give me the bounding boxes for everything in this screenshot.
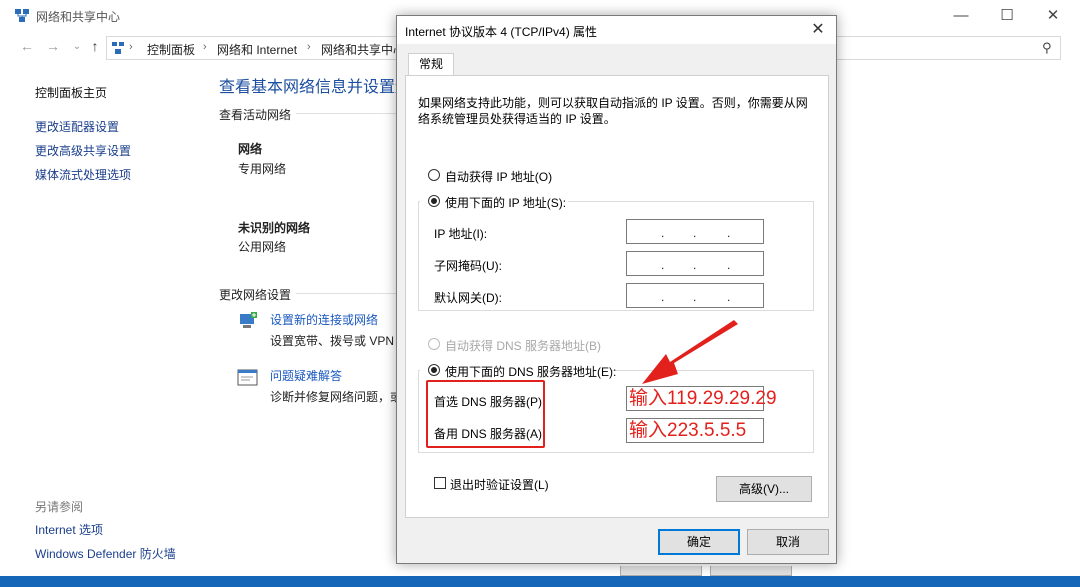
internet-options-link[interactable]: Internet 选项 <box>35 521 103 538</box>
auto-dns-radio[interactable] <box>428 338 440 350</box>
sidebar-item-advanced-sharing[interactable]: 更改高级共享设置 <box>35 142 131 159</box>
description-line-2: 络系统管理员处获得适当的 IP 设置。 <box>418 112 616 126</box>
hidden-button <box>620 566 702 576</box>
recent-dropdown-icon[interactable]: ⌄ <box>68 41 86 61</box>
auto-ip-radio[interactable] <box>428 169 440 181</box>
subnet-mask-field[interactable]: ... <box>626 251 764 276</box>
breadcrumb-control-panel[interactable]: 控制面板 <box>147 41 195 58</box>
default-gateway-field[interactable]: ... <box>626 283 764 308</box>
change-settings-label: 更改网络设置 <box>219 288 292 302</box>
divider <box>296 293 396 294</box>
dialog-titlebar: Internet 协议版本 4 (TCP/IPv4) 属性 ✕ <box>397 16 836 44</box>
alternate-dns-field[interactable]: 输入223.5.5.5 <box>626 418 764 443</box>
page-title: 查看基本网络信息并设置连 <box>219 79 412 96</box>
network-name: 未识别的网络 <box>238 221 311 235</box>
network-type: 专用网络 <box>238 162 287 176</box>
annotation-arrow-icon <box>642 320 738 384</box>
description-line-1: 如果网络支持此功能，则可以获取自动指派的 IP 设置。否则，你需要从网 <box>418 96 808 110</box>
alternate-dns-value: 输入223.5.5.5 <box>629 420 747 441</box>
breadcrumb-separator: › <box>307 41 311 53</box>
dns-highlight-box <box>426 380 545 448</box>
ipv4-properties-dialog: Internet 协议版本 4 (TCP/IPv4) 属性 ✕ 常规 如果网络支… <box>396 15 837 564</box>
setup-new-connection-link[interactable]: 设置新的连接或网络 <box>270 311 378 328</box>
general-panel: 如果网络支持此功能，则可以获取自动指派的 IP 设置。否则，你需要从网 络系统管… <box>405 75 829 518</box>
auto-ip-label[interactable]: 自动获得 IP 地址(O) <box>445 168 552 185</box>
control-panel-icon <box>111 41 125 55</box>
subnet-mask-label: 子网掩码(U): <box>434 259 502 273</box>
dialog-title: Internet 协议版本 4 (TCP/IPv4) 属性 <box>405 25 598 39</box>
network-icon <box>14 7 30 23</box>
manual-dns-label[interactable]: 使用下面的 DNS 服务器地址(E): <box>445 363 616 380</box>
tab-general[interactable]: 常规 <box>408 53 454 76</box>
network-name: 网络 <box>238 142 263 156</box>
task-description: 诊断并修复网络问题，或 <box>270 390 403 404</box>
auto-dns-label[interactable]: 自动获得 DNS 服务器地址(B) <box>445 337 601 354</box>
validate-label[interactable]: 退出时验证设置(L) <box>450 476 549 493</box>
search-icon[interactable]: ⚲ <box>1042 40 1052 56</box>
ip-address-label: IP 地址(I): <box>434 227 488 241</box>
back-icon[interactable]: ← <box>18 38 36 58</box>
network-type: 公用网络 <box>238 240 287 254</box>
task-description: 设置宽带、拨号或 VPN 连 <box>270 334 410 348</box>
sidebar-item-home[interactable]: 控制面板主页 <box>35 84 107 101</box>
new-connection-icon <box>237 310 261 332</box>
defender-firewall-link[interactable]: Windows Defender 防火墙 <box>35 545 176 562</box>
breadcrumb-separator: › <box>129 41 133 53</box>
up-icon[interactable]: ↑ <box>86 38 104 58</box>
manual-ip-label[interactable]: 使用下面的 IP 地址(S): <box>445 194 566 211</box>
window-title: 网络和共享中心 <box>36 10 121 24</box>
minimize-icon[interactable]: — <box>938 0 984 30</box>
forward-icon[interactable]: → <box>44 38 62 58</box>
troubleshoot-link[interactable]: 问题疑难解答 <box>270 367 342 384</box>
advanced-button[interactable]: 高级(V)... <box>716 476 812 502</box>
breadcrumb-separator: › <box>203 41 207 53</box>
preferred-dns-value: 输入119.29.29.29 <box>629 388 777 409</box>
default-gateway-label: 默认网关(D): <box>434 291 502 305</box>
close-icon[interactable]: ✕ <box>1030 0 1076 30</box>
manual-dns-radio[interactable] <box>428 364 440 376</box>
divider <box>296 113 396 114</box>
active-networks-label: 查看活动网络 <box>219 108 292 122</box>
maximize-icon[interactable]: ☐ <box>984 0 1030 30</box>
ip-address-field[interactable]: ... <box>626 219 764 244</box>
breadcrumb-network-internet[interactable]: 网络和 Internet <box>217 41 297 58</box>
sidebar-item-media-streaming[interactable]: 媒体流式处理选项 <box>35 166 131 183</box>
close-icon[interactable]: ✕ <box>806 19 830 41</box>
validate-checkbox[interactable] <box>434 477 446 489</box>
hidden-button <box>710 566 792 576</box>
troubleshoot-icon <box>237 368 259 388</box>
see-also-label: 另请参阅 <box>35 500 84 514</box>
breadcrumb-network-sharing[interactable]: 网络和共享中心 <box>321 41 405 58</box>
ok-button[interactable]: 确定 <box>658 529 740 555</box>
cancel-button[interactable]: 取消 <box>747 529 829 555</box>
sidebar-item-adapter-settings[interactable]: 更改适配器设置 <box>35 118 119 135</box>
manual-ip-radio[interactable] <box>428 195 440 207</box>
